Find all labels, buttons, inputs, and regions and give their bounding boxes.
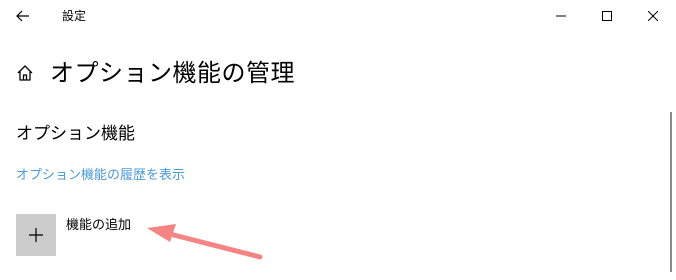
- minimize-button[interactable]: [538, 0, 584, 32]
- minimize-icon: [556, 15, 566, 17]
- history-link[interactable]: オプション機能の履歴を表示: [16, 168, 185, 184]
- page-header: オプション機能の管理: [14, 56, 295, 90]
- page-title: オプション機能の管理: [50, 59, 295, 87]
- close-button[interactable]: [630, 0, 676, 32]
- back-arrow-icon: [16, 10, 29, 22]
- close-icon: [648, 11, 658, 21]
- annotation-arrow-icon: [147, 224, 263, 260]
- app-title: 設定: [62, 9, 87, 23]
- settings-window: 設定 オプション機能の管理 オプション機能 オプション機能の履歴を表示 機能の追…: [0, 0, 676, 280]
- plus-icon: [29, 228, 43, 242]
- add-feature-tile[interactable]: [16, 214, 56, 256]
- maximize-icon: [602, 11, 612, 21]
- home-icon: [17, 65, 33, 81]
- section-title: オプション機能: [16, 124, 135, 144]
- back-button[interactable]: [8, 2, 38, 30]
- title-bar: 設定: [0, 0, 676, 32]
- scrollbar[interactable]: [670, 112, 672, 272]
- add-feature-label: 機能の追加: [66, 218, 132, 233]
- home-button[interactable]: [14, 62, 36, 84]
- add-feature-button[interactable]: 機能の追加: [16, 214, 131, 256]
- maximize-button[interactable]: [584, 0, 630, 32]
